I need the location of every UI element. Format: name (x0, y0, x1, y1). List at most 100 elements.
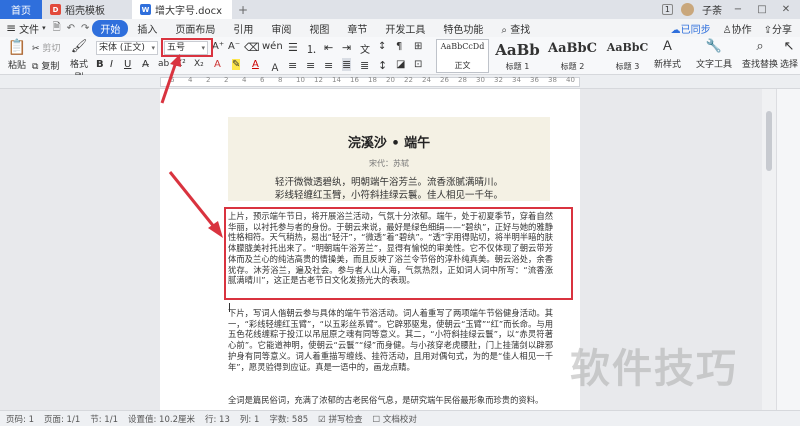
phonetic-icon[interactable]: wén (262, 41, 283, 52)
scrollbar-thumb[interactable] (766, 111, 772, 171)
strikethrough-icon[interactable]: ab (158, 59, 169, 69)
menu-bar: ≡ 文件 ▾ 🗎 ↶ ↷ 开始 插入 页面布局 引用 审阅 视图 章节 开发工具… (0, 19, 800, 37)
search-menu[interactable]: ⌕ 查找 (492, 21, 539, 36)
align-left-icon[interactable]: ≡ (288, 59, 297, 72)
tab-document[interactable]: W 增大字号.docx (132, 0, 232, 19)
notification-badge[interactable]: 1 (661, 4, 673, 15)
user-name[interactable]: 子荼 (702, 2, 722, 17)
proofread-button[interactable]: ☐ 文档校对 (373, 413, 417, 425)
menu-review[interactable]: 审阅 (262, 21, 300, 36)
align-center-icon[interactable]: ≡ (306, 59, 315, 72)
menu-section[interactable]: 章节 (338, 21, 376, 36)
menu-view[interactable]: 视图 (300, 21, 338, 36)
outdent-icon[interactable]: ⇤ (324, 41, 333, 54)
paragraph-3[interactable]: 全词是篇民俗词，充满了浓郁的古老民俗气息，是研究端午民俗最形象而珍贵的资料。 (228, 395, 553, 406)
new-style-icon: Ａ (661, 39, 675, 54)
underline-button[interactable]: U (124, 59, 131, 70)
show-marks-icon[interactable]: ¶ (396, 41, 402, 52)
vertical-scrollbar[interactable] (762, 89, 776, 410)
menu-features[interactable]: 特色功能 (434, 21, 492, 36)
text-tools-button[interactable]: 🔧 文字工具 (696, 40, 732, 70)
find-replace-button[interactable]: ⌕ 查找替换 (742, 39, 778, 70)
superscript-icon[interactable]: X² (176, 59, 186, 69)
new-tab-button[interactable]: + (238, 3, 248, 17)
undo-icon[interactable]: ↶ (64, 23, 78, 34)
menu-layout[interactable]: 页面布局 (166, 21, 224, 36)
italic-button[interactable]: I (110, 59, 113, 70)
share-button[interactable]: ⇪分享 (764, 21, 792, 36)
horizontal-ruler[interactable]: 6 4 2 2 4 6 8 10 12 14 16 18 20 22 24 26 28 30 32 34 36 38 40 (0, 75, 800, 89)
new-style-button[interactable]: Ａ 新样式 (654, 39, 681, 70)
spell-check-button[interactable]: ☑ 拼写检查 (318, 413, 362, 425)
font-size-select[interactable]: 五号 ▾ (164, 41, 208, 55)
table-icon[interactable]: ⊞ (414, 41, 422, 52)
menu-start[interactable]: 开始 (92, 19, 129, 37)
minimize-button[interactable]: − (730, 4, 746, 15)
chinese-layout-icon[interactable]: 文 (360, 41, 370, 56)
paragraph-2[interactable]: 下片，写词人偕朝云参与具体的端午节浴活动。词人着重写了两项端午节俗健身活动。其一… (228, 308, 553, 372)
file-menu[interactable]: ≡ 文件 ▾ (6, 21, 50, 36)
cloud-icon: ☁ (670, 24, 681, 36)
search-icon: ⌕ (501, 24, 508, 36)
borders-icon[interactable]: ⊡ (414, 59, 422, 70)
style-normal[interactable]: AaBbCcDd 正文 (436, 39, 489, 73)
collab-button[interactable]: ♙协作 (723, 21, 752, 36)
font-name-select[interactable]: 宋体 (正文) ▾ (96, 41, 158, 55)
shading-icon[interactable]: ◪ (396, 59, 405, 70)
ruler-tick-label: 12 (314, 76, 323, 84)
close-button[interactable]: ✕ (778, 4, 794, 15)
ruler-tick-label: 36 (530, 76, 539, 84)
menu-developer[interactable]: 开发工具 (376, 21, 434, 36)
ruler-tick-label: 8 (278, 76, 283, 84)
avatar[interactable] (681, 3, 694, 16)
copy-button[interactable]: ⧉ 复制 (32, 59, 59, 73)
poem-author: 宋代：苏轼 (369, 159, 409, 168)
cut-button[interactable]: ✂ 剪切 (32, 41, 60, 55)
char-border-icon[interactable]: Ａ (270, 59, 280, 74)
poem-block: 浣溪沙 • 端午 宋代：苏轼 轻汗微微透碧纨，明朝端午浴芳兰。流香涨腻满晴川。 … (228, 117, 550, 201)
select-button[interactable]: ↖ 选择 (780, 40, 798, 70)
ruler-tick-label: 4 (188, 76, 193, 84)
poem-line: 轻汗微微透碧纨，明朝端午浴芳兰。流香涨腻满晴川。 (274, 177, 503, 188)
style-heading-3[interactable]: AaBbC 标题 3 (601, 39, 654, 73)
tab-template[interactable]: D 稻壳模板 (42, 0, 132, 19)
distributed-icon[interactable]: ≣ (360, 59, 369, 72)
chevron-down-icon: ▾ (151, 44, 155, 52)
grow-font-button[interactable]: A⁺ (212, 41, 224, 52)
status-pages[interactable]: 页面: 1/1 (44, 413, 80, 425)
number-list-icon[interactable]: ⒈ (306, 41, 317, 57)
selection-highlight-box (224, 207, 573, 300)
home-tab[interactable]: 首页 (0, 0, 42, 19)
bold-button[interactable]: B (96, 59, 104, 70)
menu-insert[interactable]: 插入 (128, 21, 166, 36)
indent-icon[interactable]: ⇥ (342, 41, 351, 54)
ribbon-toolbar: 📋 粘贴 ✂ 剪切 ⧉ 复制 🖌 格式刷 宋体 (正文)▾ 五号▾ A⁺ A⁻ … (0, 37, 800, 83)
shrink-font-button[interactable]: A⁻ (228, 41, 240, 52)
find-icon: ⌕ (756, 39, 764, 54)
sort-icon[interactable]: ↕ (378, 41, 386, 52)
bullet-list-icon[interactable]: ☰ (288, 41, 298, 54)
menu-reference[interactable]: 引用 (224, 21, 262, 36)
justify-icon[interactable]: ≣ (342, 58, 352, 71)
style-heading-2[interactable]: AaBbC 标题 2 (546, 39, 599, 73)
tab-document-label: 增大字号.docx (155, 6, 223, 17)
style-heading-1[interactable]: AaBb 标题 1 (491, 39, 544, 73)
subscript-icon[interactable]: X₂ (194, 59, 204, 69)
sync-status[interactable]: ☁已同步 (671, 21, 711, 36)
highlight-icon[interactable]: ✎ (232, 59, 241, 70)
font-color-icon[interactable]: A (252, 59, 259, 70)
redo-icon[interactable]: ↷ (78, 23, 92, 34)
font-effect-icon[interactable]: A̶ (142, 59, 149, 70)
ruler-tick-label: 10 (296, 76, 305, 84)
maximize-button[interactable]: □ (754, 4, 770, 15)
ruler-tick-label: 14 (332, 76, 341, 84)
ruler-tick-label: 28 (458, 76, 467, 84)
paste-button[interactable]: 📋 粘贴 (6, 40, 28, 72)
save-quick-icon[interactable]: 🗎 (50, 20, 64, 37)
align-right-icon[interactable]: ≡ (324, 59, 333, 72)
status-words[interactable]: 字数: 585 (269, 413, 308, 425)
line-spacing-icon[interactable]: ↕ (378, 59, 387, 72)
person-icon: ♙ (722, 24, 732, 36)
text-effect-icon[interactable]: A (214, 59, 221, 70)
clear-format-icon[interactable]: ⌫ (244, 41, 260, 54)
